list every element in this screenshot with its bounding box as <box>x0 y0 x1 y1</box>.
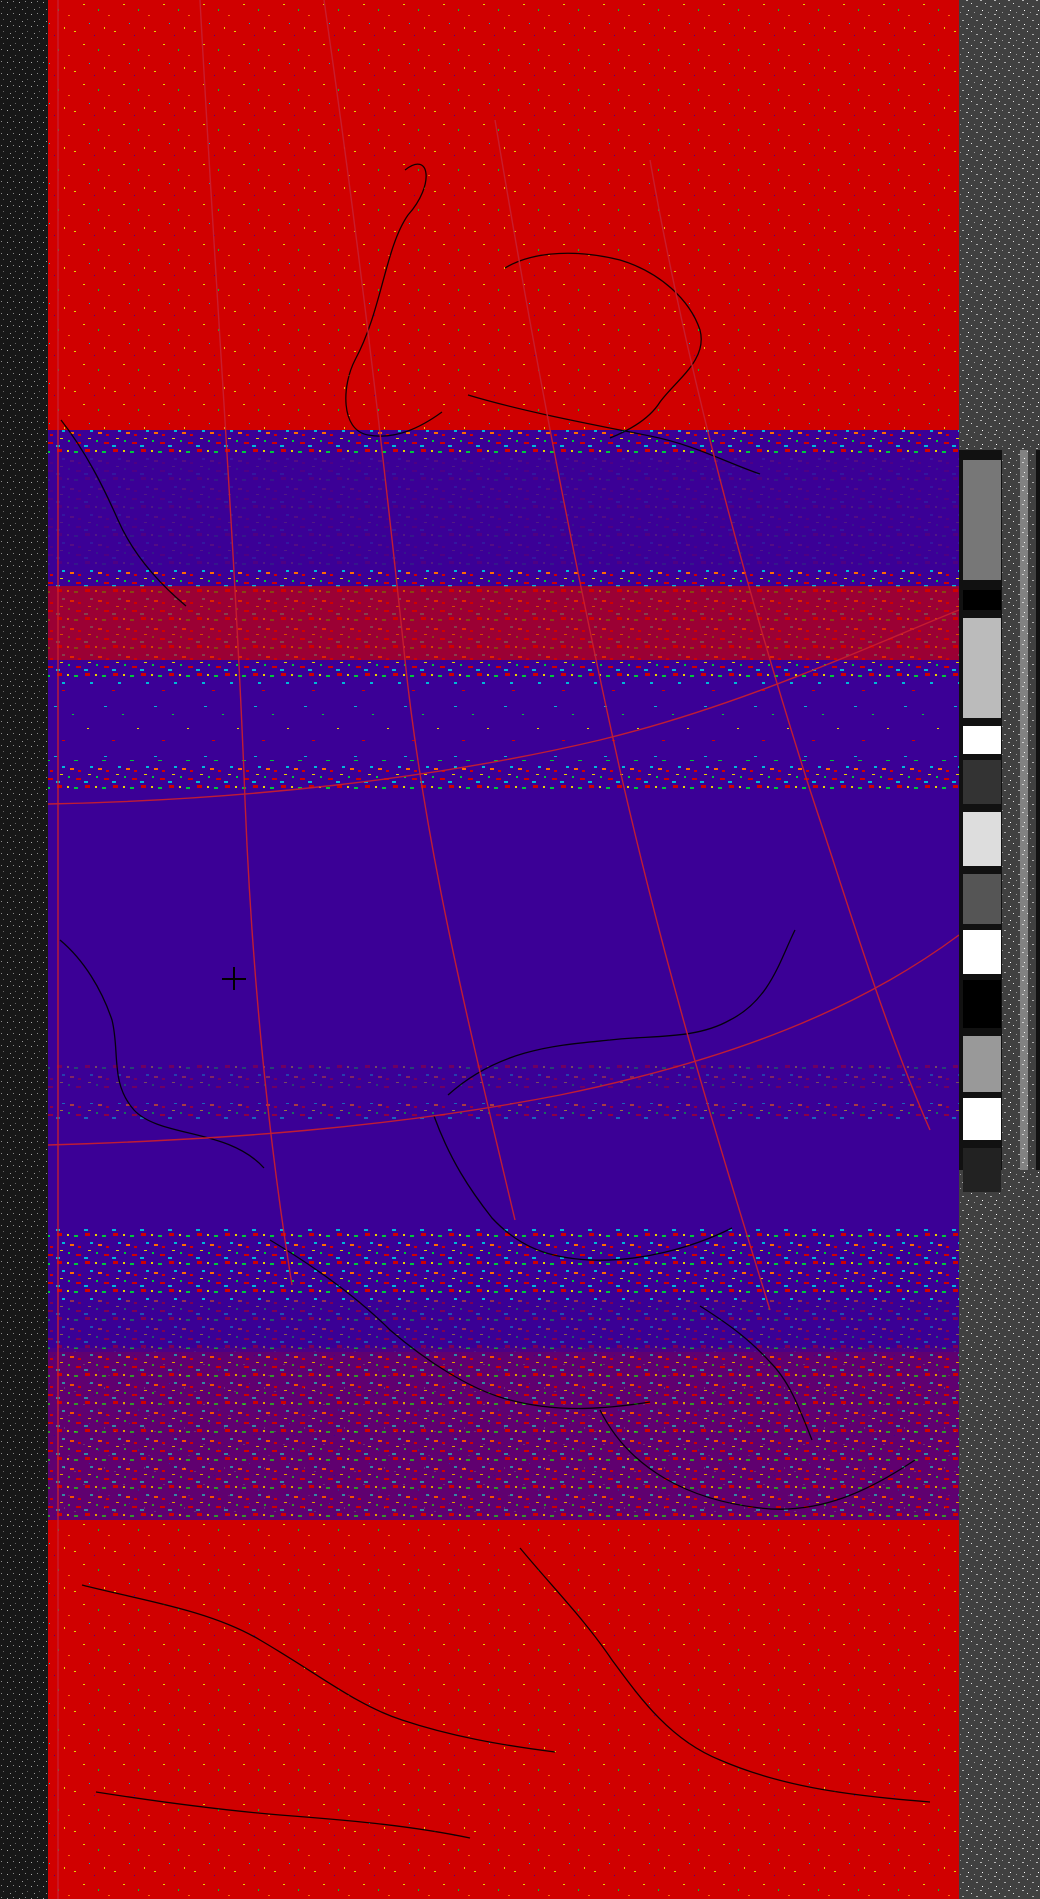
main-image-panel <box>47 0 960 1899</box>
left-telemetry-strip <box>0 0 48 1899</box>
satellite-image <box>0 0 1040 1899</box>
satellite-image-scene <box>0 0 1040 1899</box>
right-telemetry-strip <box>959 0 1040 1899</box>
